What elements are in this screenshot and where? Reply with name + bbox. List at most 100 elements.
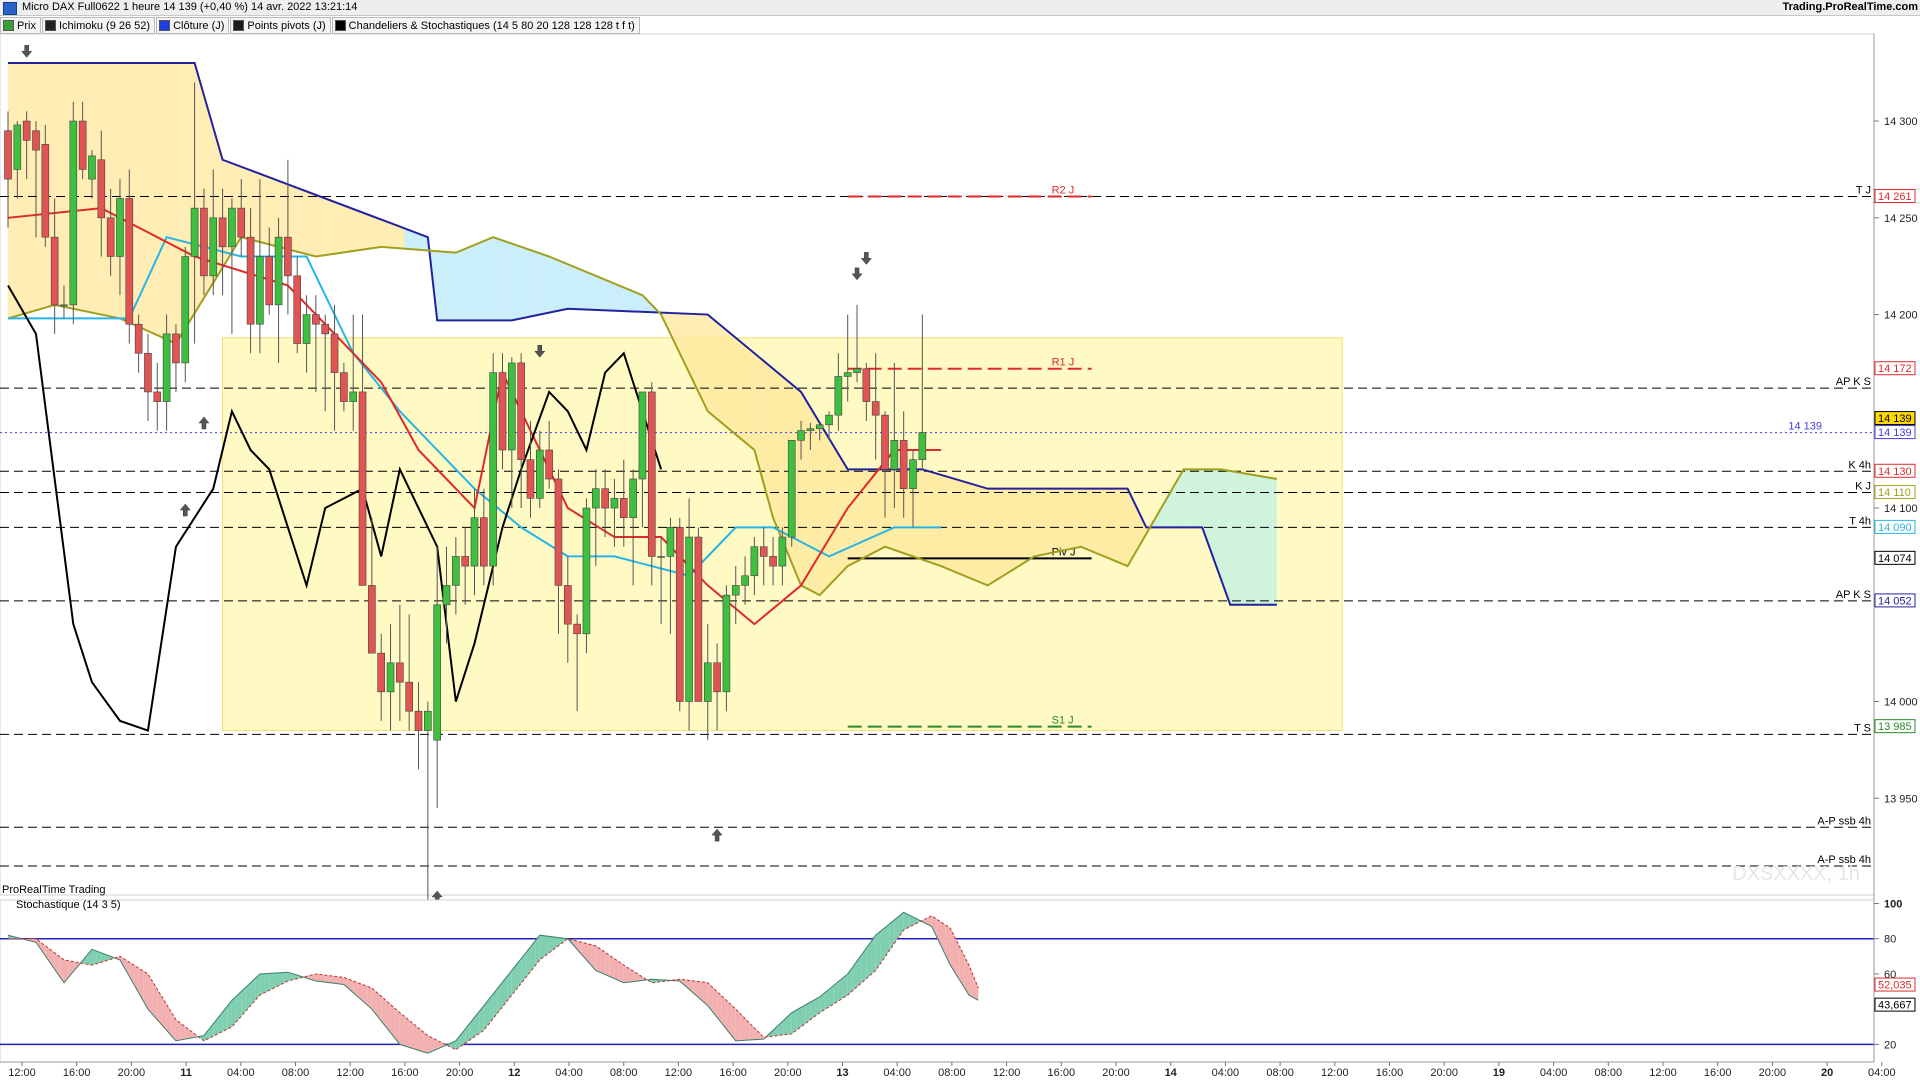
kumo-cloud xyxy=(992,488,997,583)
level-label-9: AP K S xyxy=(1836,589,1871,601)
stoch-fill xyxy=(735,1009,741,1041)
time-tick-label: 20:00 xyxy=(774,1067,802,1079)
candle-body xyxy=(265,256,274,306)
kumo-cloud xyxy=(17,63,22,316)
level-label-0: T J xyxy=(1856,185,1871,197)
stoch-fill xyxy=(404,1016,410,1048)
candle-body xyxy=(480,517,488,567)
stoch-tick-label: 100 xyxy=(1884,899,1902,911)
price-tick-label: 13 950 xyxy=(1884,793,1918,805)
candle-body xyxy=(610,498,619,509)
kumo-cloud xyxy=(581,270,587,310)
time-tick-label: 13 xyxy=(836,1067,848,1079)
kumo-cloud xyxy=(1197,469,1203,528)
kumo-cloud xyxy=(759,357,764,484)
kumo-cloud xyxy=(376,217,382,248)
time-tick-label: 16:00 xyxy=(391,1067,419,1079)
kumo-cloud xyxy=(861,469,867,559)
kumo-cloud xyxy=(353,209,358,251)
candle-body xyxy=(433,604,441,741)
price-tag-label: 14 172 xyxy=(1878,363,1912,375)
kumo-cloud xyxy=(250,170,256,241)
price-tag-label: 14 130 xyxy=(1878,466,1912,478)
candle-body xyxy=(162,333,171,402)
chart-canvas: T JR2 JR1 JAP K S14 139K 4hK JT 4hPiv JA… xyxy=(0,33,1918,1079)
candle-body xyxy=(50,236,59,306)
kumo-cloud xyxy=(1062,488,1067,551)
stoch-fill xyxy=(427,1035,433,1054)
time-tick-label: 08:00 xyxy=(938,1067,966,1079)
kumo-cloud xyxy=(469,244,475,321)
kumo-cloud xyxy=(796,388,802,586)
kumo-cloud xyxy=(1118,488,1123,565)
kumo-cloud xyxy=(311,193,316,257)
time-tick-label: 04:00 xyxy=(1868,1067,1896,1079)
kumo-cloud xyxy=(931,472,937,565)
candle-body xyxy=(545,449,553,480)
indicator-tab-1[interactable]: Ichimoku (9 26 52) xyxy=(41,17,156,34)
kumo-cloud xyxy=(936,473,941,567)
kumo-cloud xyxy=(871,469,876,554)
kumo-cloud xyxy=(917,469,923,560)
kumo-cloud xyxy=(740,341,746,443)
kumo-cloud xyxy=(446,251,452,321)
kumo-cloud xyxy=(161,63,167,340)
indicator-tab-label: Chandeliers & Stochastiques (14 5 80 20 … xyxy=(348,19,635,32)
candle-body xyxy=(769,556,777,567)
window-title: Micro DAX Full0622 1 heure 14 139 (+0,40… xyxy=(22,1,358,13)
candle-body xyxy=(134,323,143,354)
candle-body xyxy=(246,236,255,325)
kumo-cloud xyxy=(348,207,354,252)
kumo-cloud xyxy=(1108,488,1114,561)
kumo-cloud xyxy=(26,63,32,314)
kumo-cloud xyxy=(712,318,718,420)
indicator-tab-4[interactable]: Chandeliers & Stochastiques (14 5 80 20 … xyxy=(331,17,640,34)
kumo-cloud xyxy=(539,253,545,315)
kumo-cloud xyxy=(189,63,195,321)
time-tick-label: 20:00 xyxy=(1102,1067,1130,1079)
kumo-cloud xyxy=(880,469,886,550)
stoch-fill xyxy=(91,949,97,966)
indicator-tab-0[interactable]: Prix xyxy=(0,17,41,34)
time-tick-label: 12 xyxy=(508,1067,520,1079)
kumo-cloud xyxy=(1001,488,1007,577)
kumo-cloud xyxy=(1090,488,1095,553)
kumo-cloud xyxy=(325,198,330,256)
candle-body xyxy=(825,414,833,426)
candle-body xyxy=(424,710,432,731)
indicator-tab-3[interactable]: Points pivots (J) xyxy=(230,17,331,34)
candle-body xyxy=(750,546,759,577)
pivot-label-2: R1 J xyxy=(1052,357,1075,369)
time-tick-label: 16:00 xyxy=(1048,1067,1076,1079)
kumo-cloud xyxy=(954,479,960,574)
stoch-fill xyxy=(320,974,326,983)
stoch-fill xyxy=(413,1024,419,1051)
kumo-cloud xyxy=(922,469,928,562)
time-tick-label: 12:00 xyxy=(1649,1067,1677,1079)
price-panel[interactable]: T JR2 JR1 JAP K S14 139K 4hK JT 4hPiv JA… xyxy=(0,33,1875,915)
stoch-fill xyxy=(796,1007,802,1031)
indicator-tab-2[interactable]: Clôture (J) xyxy=(156,17,230,34)
kumo-cloud xyxy=(1192,469,1198,528)
candle-body xyxy=(862,368,871,402)
candle-body xyxy=(629,478,637,519)
candle-body xyxy=(834,376,843,416)
candle-body xyxy=(899,440,908,489)
candle-body xyxy=(274,236,283,306)
candle-body xyxy=(330,333,339,373)
kumo-cloud xyxy=(516,245,522,320)
kumo-cloud xyxy=(521,246,526,319)
kumo-cloud xyxy=(885,469,890,549)
candle-body xyxy=(563,585,572,625)
time-tick-label: 04:00 xyxy=(1540,1067,1568,1079)
kumo-cloud xyxy=(628,289,634,312)
stoch-tag-label: 43,667 xyxy=(1878,1000,1912,1012)
indicator-swatch-icon xyxy=(44,20,56,31)
kumo-cloud xyxy=(77,63,83,311)
stochastic-panel[interactable] xyxy=(0,899,1875,1063)
candle-body xyxy=(22,120,31,141)
kumo-cloud xyxy=(390,223,396,248)
kumo-cloud xyxy=(91,63,97,314)
site-name[interactable]: Trading.ProRealTime.com xyxy=(1782,1,1918,13)
candle-body xyxy=(312,314,320,325)
